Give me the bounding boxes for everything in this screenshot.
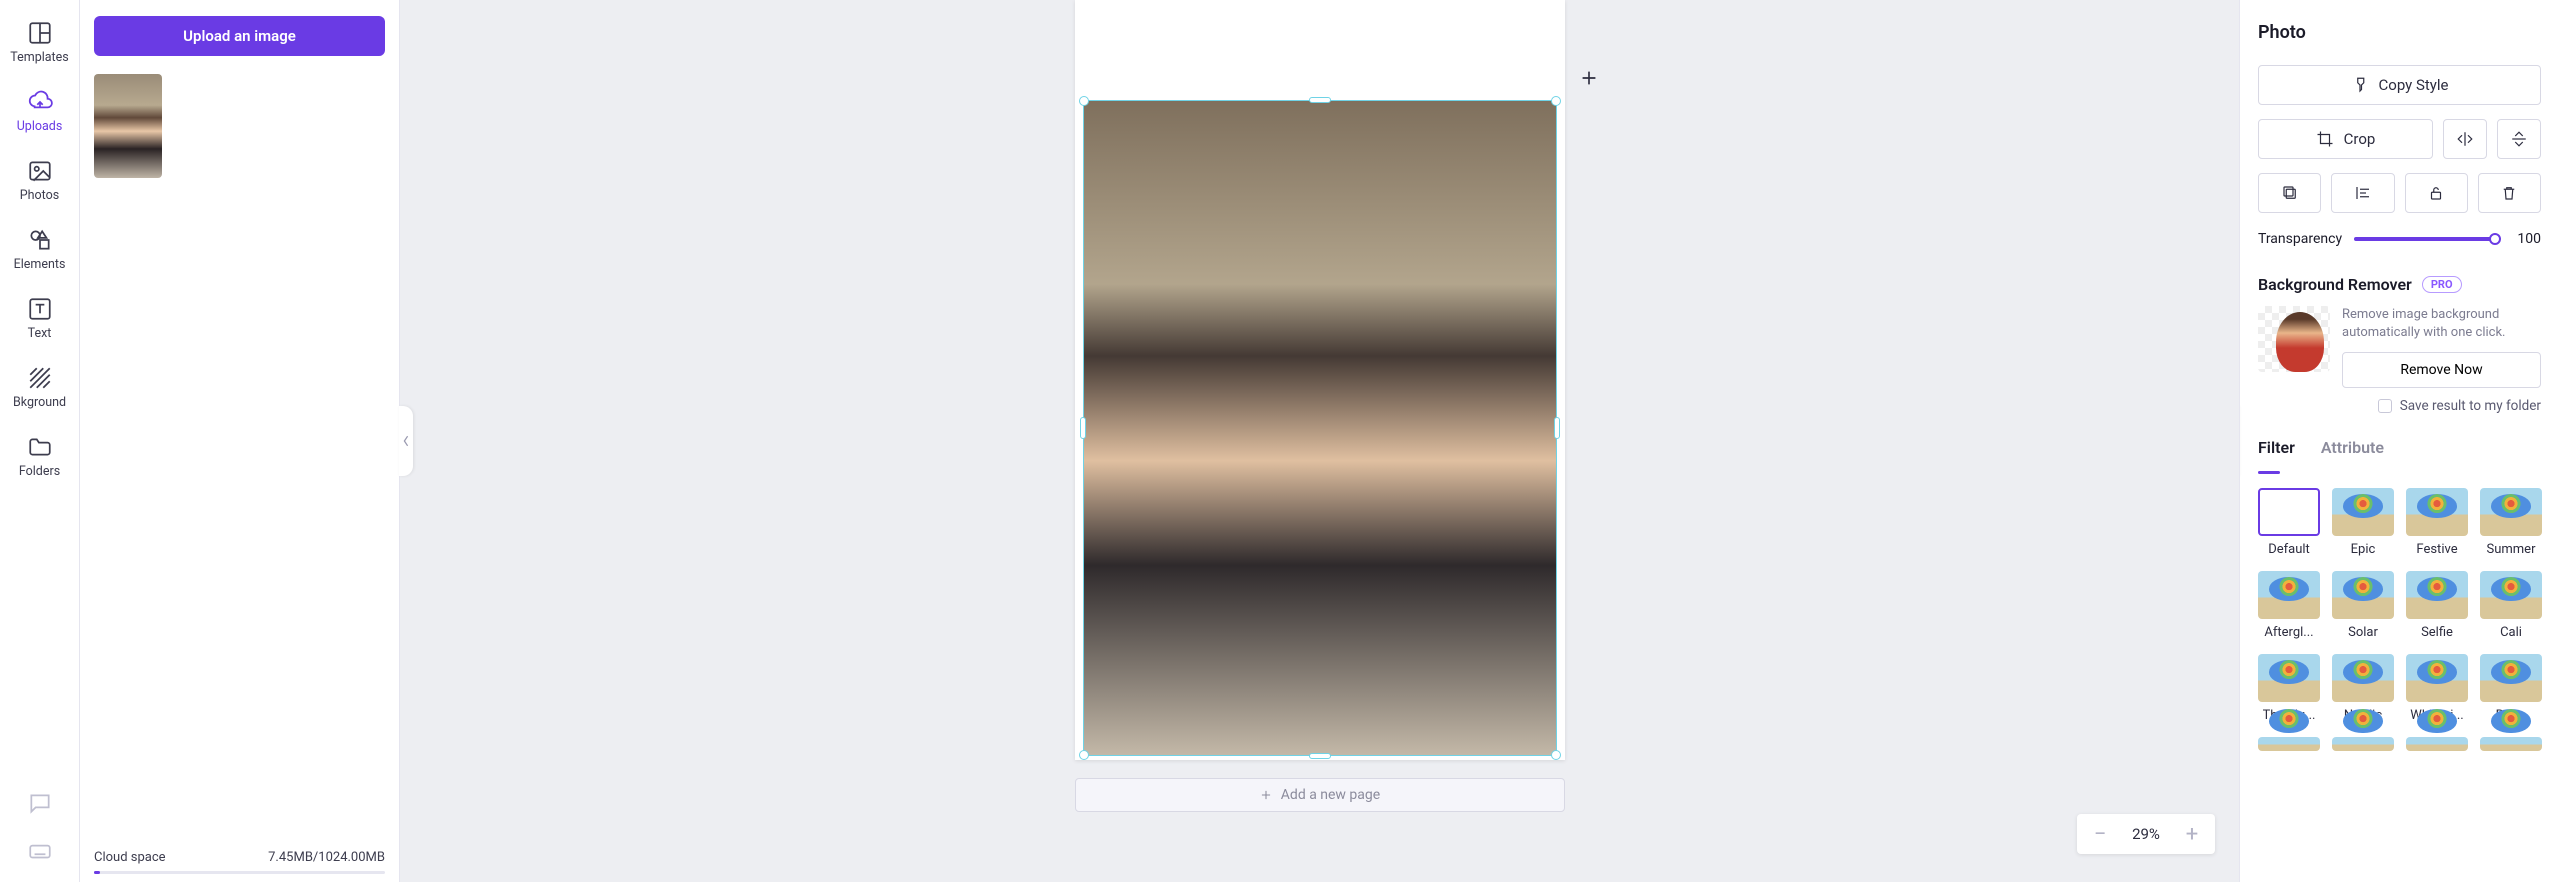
copy-style-label: Copy Style — [2379, 76, 2449, 94]
transparency-value: 100 — [2507, 231, 2541, 247]
filter-more-2[interactable] — [2332, 737, 2394, 751]
rail-item-photos[interactable]: Photos — [0, 148, 79, 211]
uploads-panel: Upload an image Cloud space 7.45MB/1024.… — [80, 0, 400, 882]
resize-handle-right[interactable] — [1554, 417, 1560, 439]
zoom-control: − 29% + — [2077, 814, 2215, 854]
rail-item-text[interactable]: Text — [0, 286, 79, 349]
photos-icon — [27, 158, 53, 184]
rail-label: Elements — [14, 257, 66, 272]
rail-label: Photos — [20, 188, 59, 203]
bkground-icon — [27, 365, 53, 391]
templates-icon — [27, 20, 53, 46]
zoom-out-button[interactable]: − — [2087, 821, 2113, 847]
selected-image[interactable] — [1083, 100, 1557, 756]
chat-icon[interactable] — [27, 790, 53, 820]
tab-underline — [2258, 471, 2280, 474]
text-icon — [27, 296, 53, 322]
filter-tabs: Filter Attribute — [2258, 438, 2541, 465]
filter-more-4[interactable] — [2480, 737, 2542, 751]
filter-more-3[interactable] — [2406, 737, 2468, 751]
add-page-label: Add a new page — [1281, 787, 1380, 803]
rail-label: Folders — [19, 464, 60, 479]
resize-handle-top[interactable] — [1309, 97, 1331, 103]
rail-item-folders[interactable]: Folders — [0, 424, 79, 487]
zoom-in-button[interactable]: + — [2179, 821, 2205, 847]
tab-filter[interactable]: Filter — [2258, 438, 2295, 465]
copy-style-button[interactable]: Copy Style — [2258, 65, 2541, 105]
flip-horizontal-button[interactable] — [2443, 119, 2487, 159]
rail-label: Uploads — [17, 119, 63, 134]
transparency-control: Transparency 100 — [2258, 231, 2541, 247]
rail-label: Bkground — [13, 395, 66, 410]
filter-afterglow[interactable]: Aftergl... — [2258, 571, 2320, 640]
filter-summer[interactable]: Summer — [2480, 488, 2542, 557]
add-new-page-button[interactable]: Add a new page — [1075, 778, 1565, 812]
resize-handle-left[interactable] — [1080, 417, 1086, 439]
left-rail: Templates Uploads Photos Elements Text B… — [0, 0, 80, 882]
photo-content — [1084, 101, 1556, 755]
filter-epic[interactable]: Epic — [2332, 488, 2394, 557]
filter-default[interactable]: Default — [2258, 488, 2320, 557]
save-result-row[interactable]: Save result to my folder — [2258, 398, 2541, 414]
uploads-icon — [27, 89, 53, 115]
bgremover-title: Background Remover — [2258, 275, 2412, 294]
add-page-button-top[interactable] — [1575, 64, 1603, 92]
elements-icon — [27, 227, 53, 253]
filter-festive[interactable]: Festive — [2406, 488, 2468, 557]
inspector-title: Photo — [2258, 22, 2541, 43]
cloud-space: Cloud space 7.45MB/1024.00MB — [94, 850, 385, 874]
rail-label: Templates — [10, 50, 68, 65]
filter-grid: Default Epic Festive Summer Aftergl... S… — [2258, 488, 2541, 751]
rail-item-templates[interactable]: Templates — [0, 10, 79, 73]
rail-item-uploads[interactable]: Uploads — [0, 79, 79, 142]
pro-badge: PRO — [2422, 276, 2462, 293]
filter-selfie[interactable]: Selfie — [2406, 571, 2468, 640]
upload-image-button[interactable]: Upload an image — [94, 16, 385, 56]
inspector-panel: Photo Copy Style Crop Transparency 100 B… — [2239, 0, 2559, 882]
canvas-area[interactable]: Add a new page − 29% + — [400, 0, 2239, 882]
filter-more-1[interactable] — [2258, 737, 2320, 751]
cloud-space-bar — [94, 871, 385, 874]
resize-handle-tr[interactable] — [1551, 96, 1561, 106]
save-result-label: Save result to my folder — [2400, 398, 2541, 414]
layer-button[interactable] — [2258, 173, 2321, 213]
collapse-right-panel[interactable] — [2239, 406, 2240, 476]
cloud-space-usage: 7.45MB/1024.00MB — [268, 850, 385, 865]
crop-label: Crop — [2344, 130, 2376, 148]
upload-thumbnail[interactable] — [94, 74, 162, 178]
filter-cali[interactable]: Cali — [2480, 571, 2542, 640]
folders-icon — [27, 434, 53, 460]
rail-label: Text — [28, 326, 52, 341]
transparency-label: Transparency — [2258, 231, 2342, 247]
save-result-checkbox[interactable] — [2378, 399, 2392, 413]
bgremover-preview — [2258, 306, 2330, 372]
lock-button[interactable] — [2405, 173, 2468, 213]
rail-item-bkground[interactable]: Bkground — [0, 355, 79, 418]
cloud-space-label: Cloud space — [94, 850, 166, 865]
canvas-page[interactable] — [1075, 0, 1565, 760]
delete-button[interactable] — [2478, 173, 2541, 213]
bgremover-header: Background Remover PRO — [2258, 275, 2541, 294]
filter-solar[interactable]: Solar — [2332, 571, 2394, 640]
resize-handle-bl[interactable] — [1079, 750, 1089, 760]
uploads-grid — [80, 74, 399, 178]
resize-handle-tl[interactable] — [1079, 96, 1089, 106]
align-button[interactable] — [2331, 173, 2394, 213]
bgremover-description: Remove image background automatically wi… — [2342, 306, 2541, 342]
crop-button[interactable]: Crop — [2258, 119, 2433, 159]
remove-now-button[interactable]: Remove Now — [2342, 352, 2541, 388]
resize-handle-br[interactable] — [1551, 750, 1561, 760]
keyboard-icon[interactable] — [27, 838, 53, 868]
tab-attribute[interactable]: Attribute — [2321, 438, 2384, 465]
rail-item-elements[interactable]: Elements — [0, 217, 79, 280]
flip-vertical-button[interactable] — [2497, 119, 2541, 159]
transparency-slider[interactable] — [2354, 237, 2495, 241]
rail-bottom — [0, 790, 79, 868]
zoom-value[interactable]: 29% — [2132, 825, 2160, 843]
transparency-knob[interactable] — [2489, 233, 2501, 245]
resize-handle-bottom[interactable] — [1309, 753, 1331, 759]
